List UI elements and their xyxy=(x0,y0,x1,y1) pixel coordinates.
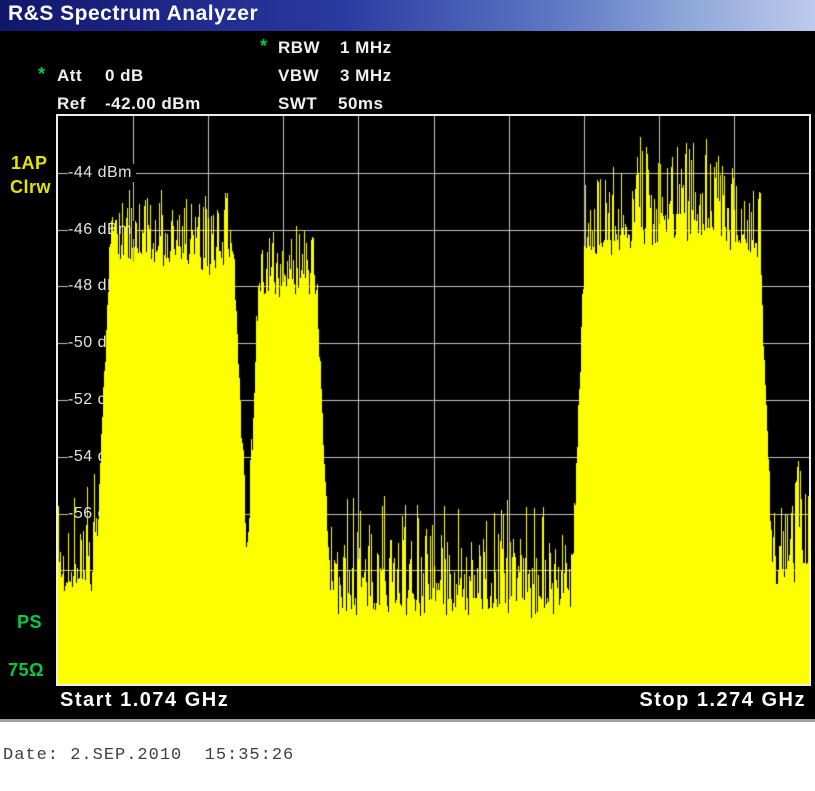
vbw-value: 3 MHz xyxy=(340,66,392,86)
ps-status-label: PS xyxy=(17,612,42,633)
frequency-bar: Start 1.074 GHz Stop 1.274 GHz xyxy=(0,686,815,719)
spectrum-plot: -44 dBm-46 dBm-48 dBm-50 dBm-52 dBm-54 d… xyxy=(56,114,811,686)
ref-value: -42.00 dBm xyxy=(105,94,201,114)
start-frequency-label: Start 1.074 GHz xyxy=(60,689,229,712)
trace-detector-label: 1AP xyxy=(11,153,48,174)
analyzer-screen: R&S Spectrum Analyzer * RBW 1 MHz * Att … xyxy=(0,0,815,722)
title-bar: R&S Spectrum Analyzer xyxy=(0,0,815,31)
att-label: Att xyxy=(57,66,82,86)
att-coupled-marker: * xyxy=(38,64,45,85)
rbw-value: 1 MHz xyxy=(340,38,392,58)
rbw-coupled-marker: * xyxy=(260,36,267,57)
swt-value: 50ms xyxy=(338,94,383,114)
trace-mode-label: Clrw xyxy=(10,177,51,198)
att-value: 0 dB xyxy=(105,66,144,86)
date-line: Date: 2.SEP.2010 15:35:26 xyxy=(3,746,294,765)
rbw-label: RBW xyxy=(278,38,320,58)
stop-frequency-label: Stop 1.274 GHz xyxy=(639,689,806,712)
ref-label: Ref xyxy=(57,94,86,114)
window-title: R&S Spectrum Analyzer xyxy=(8,2,258,26)
impedance-label: 75Ω xyxy=(8,660,44,681)
vbw-label: VBW xyxy=(278,66,319,86)
swt-label: SWT xyxy=(278,94,317,114)
spectrum-trace xyxy=(58,116,809,684)
